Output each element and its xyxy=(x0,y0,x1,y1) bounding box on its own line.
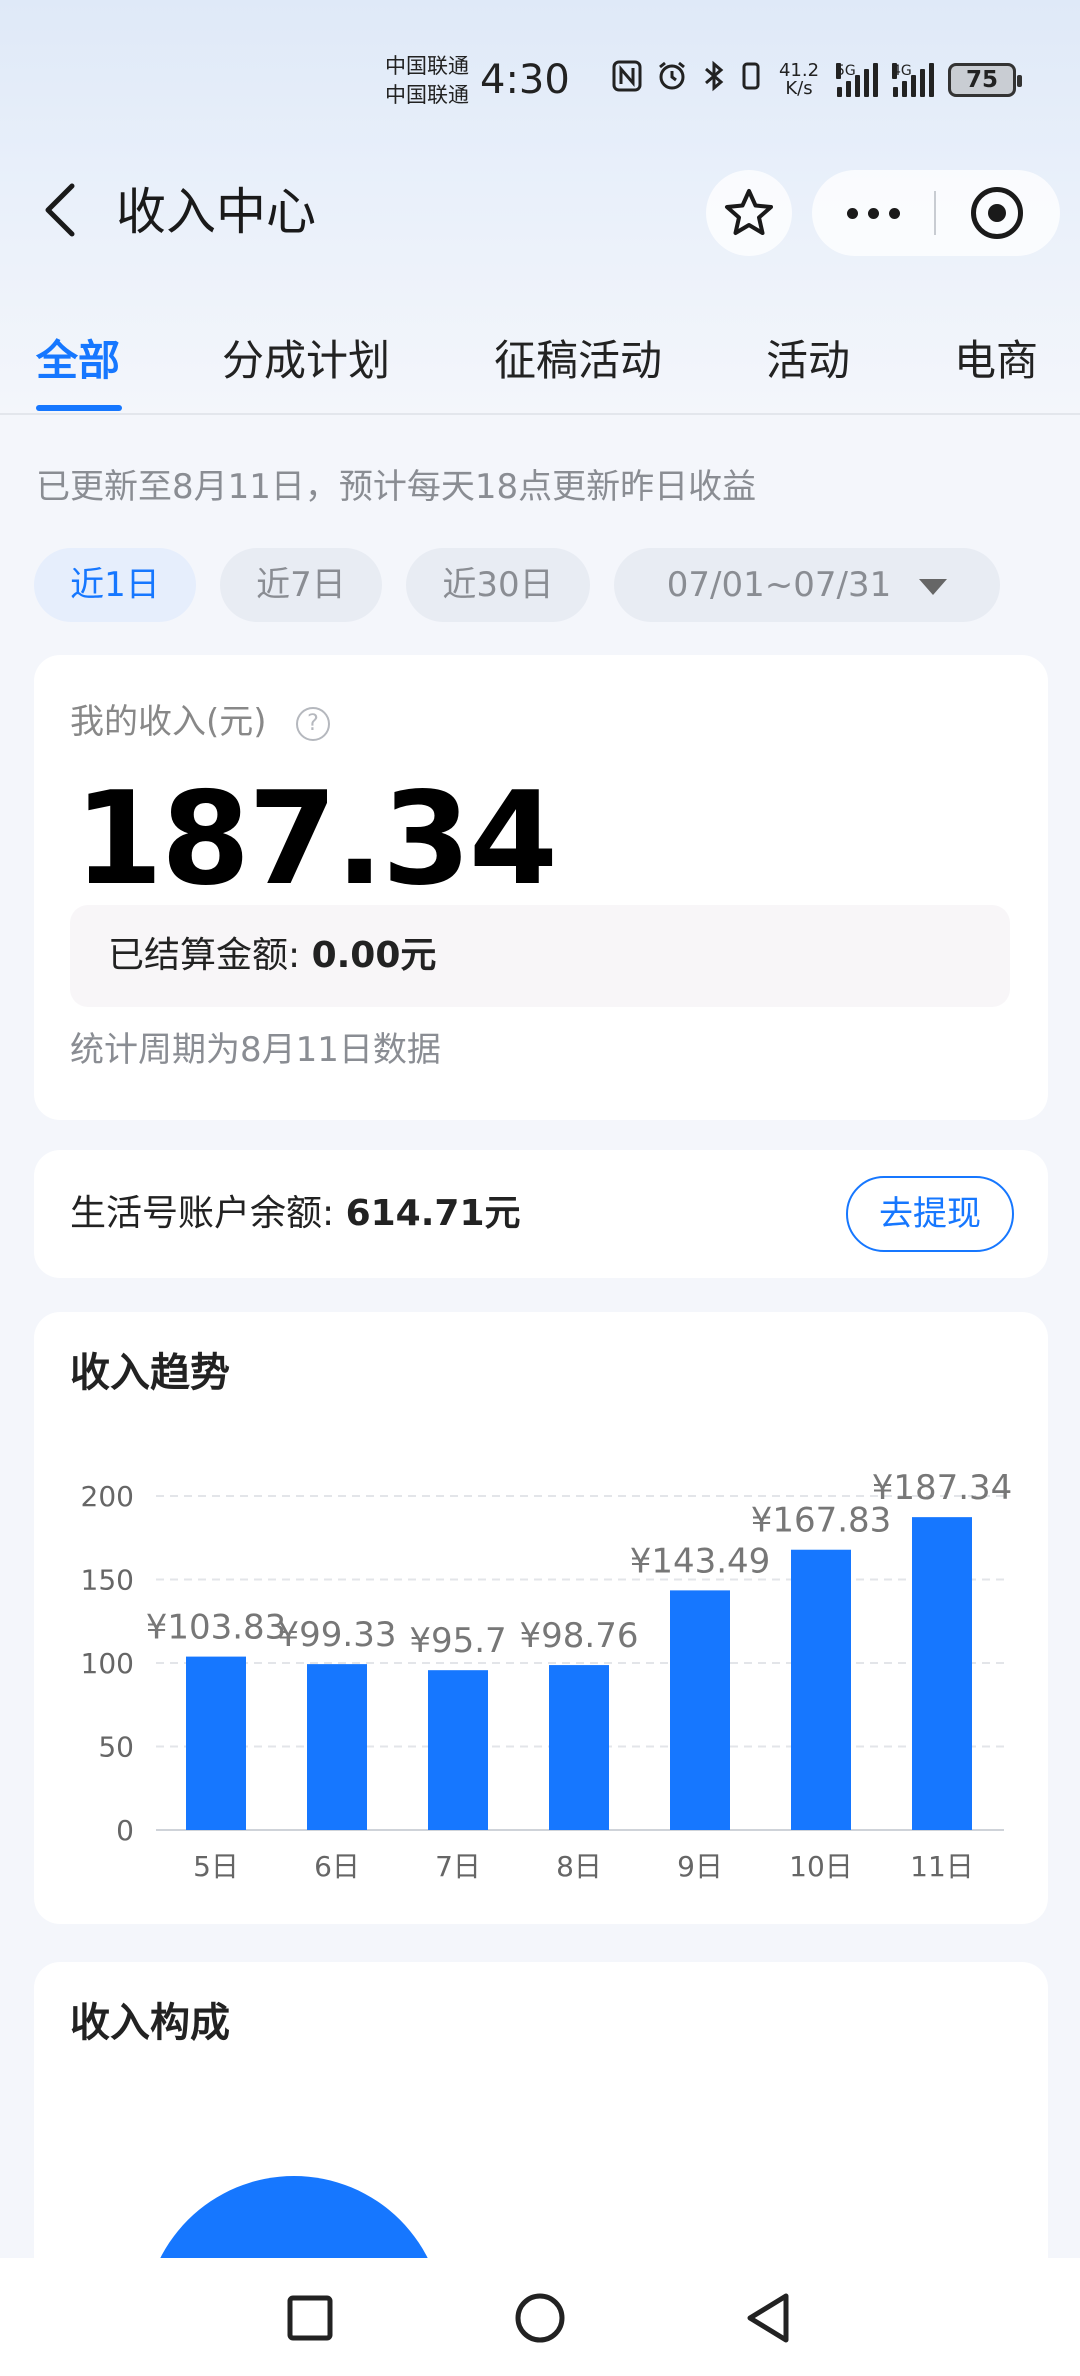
tab-activity[interactable]: 活动 xyxy=(766,335,850,387)
balance-card: 生活号账户余额: 614.71元 去提现 xyxy=(34,1150,1048,1278)
settled-label: 已结算金额: xyxy=(108,935,312,976)
y-tick-label: 50 xyxy=(98,1731,134,1764)
trend-title: 收入趋势 xyxy=(70,1350,230,1396)
carrier-labels: 中国联通 中国联通 xyxy=(385,52,481,110)
system-nav-bar xyxy=(0,2258,1080,2376)
dropdown-caret-icon xyxy=(919,578,948,595)
recent-apps-button[interactable] xyxy=(270,2278,350,2358)
recent-apps-icon xyxy=(287,2295,333,2341)
sig-label-5g: 5G xyxy=(836,63,856,79)
tab-active-indicator xyxy=(36,405,122,411)
bar-data-label: ¥103.83 xyxy=(146,1608,287,1648)
bar-data-label: ¥143.49 xyxy=(630,1541,771,1581)
settled-value: 0.00元 xyxy=(311,935,437,976)
bar-data-label: ¥98.76 xyxy=(520,1616,639,1656)
more-dots-icon xyxy=(846,207,858,219)
carrier-2: 中国联通 xyxy=(385,83,469,107)
x-tick-label: 10日 xyxy=(789,1850,853,1883)
account-balance: 生活号账户余额: 614.71元 xyxy=(70,1150,521,1278)
x-tick-label: 6日 xyxy=(314,1850,360,1883)
network-speed: 41.2 K/s xyxy=(778,60,820,99)
bar-data-label: ¥95.7 xyxy=(409,1621,506,1661)
y-tick-label: 0 xyxy=(116,1814,134,1847)
y-tick-label: 200 xyxy=(81,1480,134,1513)
carrier-1: 中国联通 xyxy=(385,54,469,78)
balance-label: 生活号账户余额: xyxy=(70,1193,346,1234)
income-card: 我的收入(元) ? 187.34 已结算金额: 0.00元 统计周期为8月11日… xyxy=(34,655,1048,1120)
x-tick-label: 11日 xyxy=(910,1850,974,1883)
income-trend-chart: 0 50 100 150 200 ¥103.83 5日 ¥99.33 6日 ¥95.7 7日 ¥98.… xyxy=(81,1468,1013,1883)
vibrate-icon xyxy=(740,60,762,100)
chart-bar[interactable] xyxy=(670,1590,730,1830)
balance-value: 614.71元 xyxy=(345,1193,521,1234)
x-tick-label: 5日 xyxy=(193,1850,239,1883)
chart-bar[interactable] xyxy=(912,1517,972,1830)
back-icon xyxy=(747,2293,789,2343)
back-arrow-icon xyxy=(45,183,75,237)
home-button[interactable] xyxy=(500,2278,580,2358)
star-icon xyxy=(725,189,773,235)
period-note: 统计周期为8月11日数据 xyxy=(70,1030,441,1070)
bar-data-label: ¥187.34 xyxy=(872,1468,1013,1508)
y-tick-label: 100 xyxy=(81,1647,134,1680)
tab-revenue-share-plan[interactable]: 分成计划 xyxy=(222,335,390,387)
chart-bar[interactable] xyxy=(186,1656,246,1830)
chart-bar[interactable] xyxy=(307,1664,367,1830)
x-tick-label: 8日 xyxy=(556,1850,602,1883)
chip-last-7-days[interactable]: 近7日 xyxy=(220,548,382,622)
x-tick-label: 7日 xyxy=(435,1850,481,1883)
settled-amount: 已结算金额: 0.00元 xyxy=(108,905,436,1007)
favorite-button[interactable] xyxy=(706,170,792,256)
category-tabs: 全部 分成计划 征稿活动 活动 电商 xyxy=(0,325,1080,415)
help-icon[interactable]: ? xyxy=(296,707,330,741)
withdraw-button[interactable]: 去提现 xyxy=(846,1176,1014,1252)
bluetooth-icon xyxy=(702,60,726,100)
back-nav-button[interactable] xyxy=(728,2278,808,2358)
y-tick-label: 150 xyxy=(81,1564,134,1597)
signal-icon: 5G xyxy=(836,63,878,97)
x-tick-label: 9日 xyxy=(677,1850,723,1883)
chart-bar[interactable] xyxy=(428,1670,488,1830)
status-icons: 41.2 K/s 5G 4G 75 xyxy=(612,58,1022,102)
bar-data-label: ¥99.33 xyxy=(278,1615,397,1655)
nfc-icon xyxy=(612,60,642,100)
date-range-dropdown[interactable]: 07/01~07/31 xyxy=(614,548,1000,622)
signal-icon: 4G xyxy=(892,63,934,97)
chip-last-30-days[interactable]: 近30日 xyxy=(406,548,590,622)
battery-icon: 75 xyxy=(948,63,1022,97)
chip-last-1-day[interactable]: 近1日 xyxy=(34,548,196,622)
alarm-icon xyxy=(656,60,688,100)
income-amount: 187.34 xyxy=(74,765,558,914)
composition-title: 收入构成 xyxy=(70,2000,230,2046)
mini-program-capsule xyxy=(812,170,1060,256)
bar-data-label: ¥167.83 xyxy=(751,1501,892,1541)
target-icon xyxy=(971,187,1023,239)
income-label: 我的收入(元) xyxy=(70,702,267,742)
tab-all[interactable]: 全部 xyxy=(36,335,120,387)
income-trend-card: 收入趋势 0 50 100 150 200 ¥103.83 5日 ¥99.33 6日 ¥95.7 7… xyxy=(34,1312,1048,1924)
chart-bar[interactable] xyxy=(791,1549,851,1830)
home-icon xyxy=(515,2293,565,2343)
chart-bar[interactable] xyxy=(549,1665,609,1830)
status-time: 4:30 xyxy=(480,57,570,103)
close-program-button[interactable] xyxy=(936,170,1058,256)
tab-submission-activity[interactable]: 征稿活动 xyxy=(494,335,662,387)
tab-ecommerce[interactable]: 电商 xyxy=(954,335,1038,387)
back-button[interactable] xyxy=(30,178,90,242)
sig-label-4g: 4G xyxy=(892,63,912,79)
more-button[interactable] xyxy=(812,170,934,256)
title-bar: 收入中心 xyxy=(0,160,1080,260)
page-title: 收入中心 xyxy=(116,183,316,241)
update-note: 已更新至8月11日，预计每天18点更新昨日收益 xyxy=(36,467,757,507)
date-range-value: 07/01~07/31 xyxy=(666,565,892,605)
status-bar: 中国联通 中国联通 4:30 41.2 K/s 5G 4G 75 xyxy=(0,40,1080,120)
settled-amount-box: 已结算金额: 0.00元 xyxy=(70,905,1010,1007)
